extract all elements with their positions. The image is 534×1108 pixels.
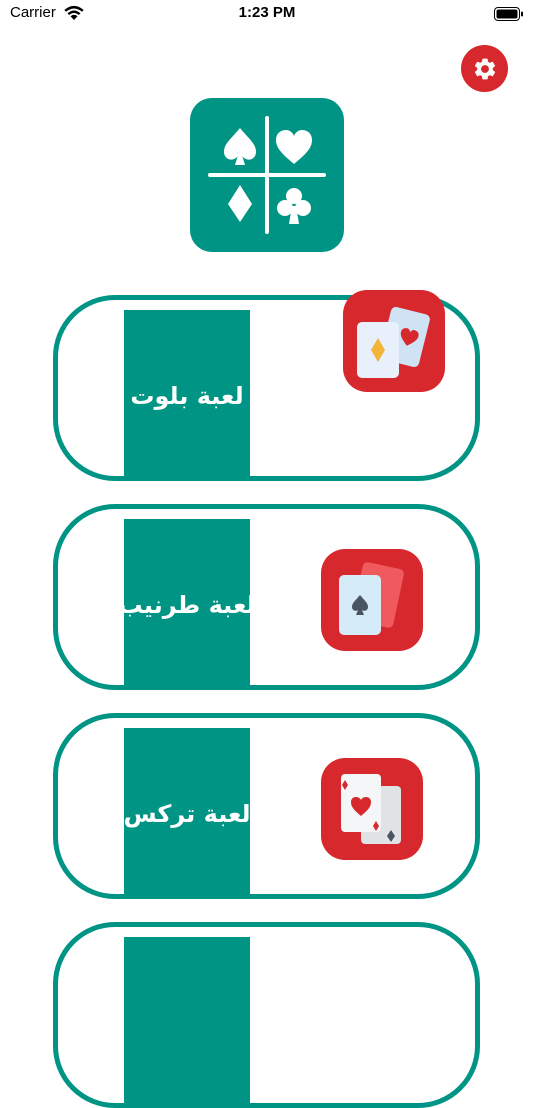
- heart-icon: [276, 130, 312, 164]
- status-bar: Carrier 1:23 PM: [0, 0, 534, 30]
- card-stripe: لعبة بلوت: [124, 310, 250, 481]
- club-icon: [277, 188, 311, 224]
- game-card-baloot[interactable]: لعبة بلوت: [53, 290, 480, 481]
- card-stripe: [124, 937, 250, 1108]
- app-logo: [190, 98, 344, 252]
- settings-button[interactable]: [461, 45, 508, 92]
- game-label: لعبة بلوت: [130, 381, 244, 410]
- clock: 1:23 PM: [238, 4, 296, 21]
- game-card-trix[interactable]: لعبة تركس: [53, 713, 480, 899]
- heart-diamond-cards-icon: [321, 758, 423, 860]
- card-suits-icon: [208, 116, 326, 234]
- gear-icon: [474, 58, 495, 79]
- spade-card-icon: [321, 549, 423, 651]
- card-stripe: لعبة تركس: [123, 728, 251, 899]
- spade-icon: [224, 128, 256, 165]
- game-label: لعبة تركس: [123, 799, 251, 828]
- diamond-heart-cards-icon: [343, 290, 445, 392]
- game-label: لعبة طرنيب: [118, 590, 257, 619]
- battery-icon: [494, 7, 523, 21]
- game-card-tarneeb[interactable]: لعبة طرنيب: [53, 504, 480, 690]
- card-stripe: لعبة طرنيب: [119, 519, 256, 690]
- diamond-icon: [228, 185, 252, 222]
